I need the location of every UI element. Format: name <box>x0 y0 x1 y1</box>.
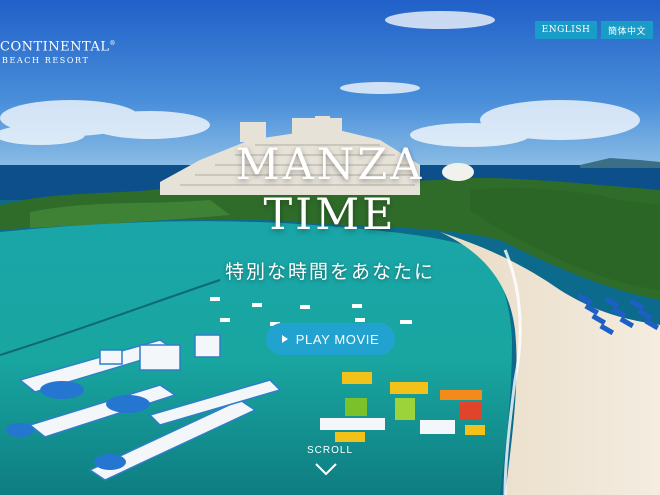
hero-section: CONTINENTAL® BEACH RESORT ENGLISH 簡体中文 M… <box>0 0 660 495</box>
play-movie-label: PLAY MOVIE <box>295 331 380 347</box>
language-chinese-button[interactable]: 簡体中文 <box>601 21 653 39</box>
logo-subtitle: BEACH RESORT <box>2 56 90 66</box>
chevron-down-icon[interactable] <box>314 462 338 476</box>
language-english-button[interactable]: ENGLISH <box>535 21 597 39</box>
hero-tagline: 特別な時間をあなたに <box>224 261 435 283</box>
hero-background-image <box>0 0 660 495</box>
resort-logo[interactable]: CONTINENTAL® BEACH RESORT <box>0 36 116 67</box>
scroll-label: SCROLL <box>306 445 353 456</box>
logo-wordmark: CONTINENTAL® <box>0 39 117 55</box>
hero-title-line-2: TIME <box>263 190 397 240</box>
play-icon <box>281 335 288 343</box>
play-movie-button[interactable]: PLAY MOVIE <box>266 323 395 355</box>
hero-title-line-1: MANZA <box>235 140 425 190</box>
